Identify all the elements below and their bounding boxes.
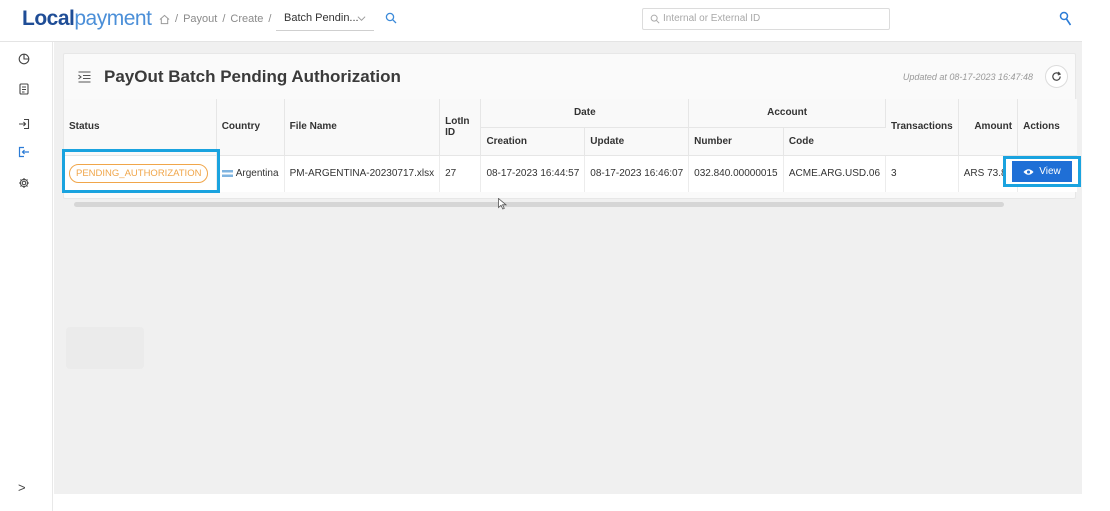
mouse-cursor-icon <box>498 198 507 210</box>
updated-timestamp: Updated at 08-17-2023 16:47:48 <box>902 72 1033 82</box>
brand-logo[interactable]: Localpayment <box>22 7 152 31</box>
chevron-down-icon <box>357 16 366 22</box>
search-input[interactable]: Internal or External ID <box>642 8 890 30</box>
background-shape <box>66 327 144 369</box>
file-name-cell: PM-ARGENTINA-20230717.xlsx <box>284 155 441 192</box>
page-title: PayOut Batch Pending Authorization <box>104 67 401 86</box>
user-icon[interactable] <box>1058 11 1072 27</box>
account-number-cell: 032.840.00000015 <box>688 155 784 192</box>
header-transactions[interactable]: Transactions <box>885 99 959 156</box>
breadcrumb: / Payout / Create / <box>159 13 271 25</box>
breadcrumb-create[interactable]: Create <box>230 13 263 25</box>
account-code-cell: ACME.ARG.USD.06 <box>783 155 887 192</box>
top-bar: Localpayment / Payout / Create / Batch P… <box>0 0 1082 42</box>
home-icon[interactable] <box>159 14 170 25</box>
header-country[interactable]: Country <box>216 99 285 156</box>
menu-collapse-icon[interactable] <box>78 71 91 83</box>
dashboard-icon[interactable] <box>18 53 30 65</box>
search-icon <box>650 14 660 24</box>
header-creation[interactable]: Creation <box>480 127 586 156</box>
report-icon[interactable] <box>18 83 30 95</box>
header-file-name[interactable]: File Name <box>284 99 441 156</box>
header-number[interactable]: Number <box>688 127 784 156</box>
argentina-flag-icon <box>221 170 233 178</box>
expand-sidebar-icon[interactable]: > <box>18 480 26 495</box>
search-icon[interactable] <box>385 12 397 24</box>
payout-icon[interactable] <box>18 146 30 158</box>
header-update[interactable]: Update <box>584 127 690 156</box>
eye-icon <box>1023 168 1034 175</box>
transactions-cell: 3 <box>885 155 959 192</box>
view-button[interactable]: View <box>1012 161 1072 182</box>
header-actions: Actions <box>1017 99 1077 156</box>
breadcrumb-select[interactable]: Batch Pendin... <box>276 9 374 31</box>
horizontal-scrollbar[interactable] <box>74 202 1004 207</box>
breadcrumb-payout[interactable]: Payout <box>183 13 217 25</box>
lotin-id-cell: 27 <box>439 155 482 192</box>
header-amount[interactable]: Amount <box>958 99 1019 156</box>
sidebar: > <box>0 42 53 511</box>
creation-cell: 08-17-2023 16:44:57 <box>480 155 586 192</box>
header-account: Account <box>688 99 887 128</box>
header-status[interactable]: Status <box>64 99 217 156</box>
header-date: Date <box>480 99 690 128</box>
update-cell: 08-17-2023 16:46:07 <box>584 155 690 192</box>
status-highlight-box <box>62 149 220 193</box>
header-code[interactable]: Code <box>783 127 886 156</box>
view-button-highlight: View <box>1003 156 1081 187</box>
refresh-button[interactable] <box>1045 65 1068 88</box>
table-header-row: Status Country File Name LotIn ID Date A… <box>64 99 1077 156</box>
login-icon[interactable] <box>18 118 30 130</box>
country-cell: Argentina <box>216 155 285 192</box>
main-content: PayOut Batch Pending Authorization Updat… <box>54 42 1082 494</box>
refresh-icon <box>1052 71 1062 81</box>
gear-icon[interactable] <box>18 177 30 189</box>
header-lotin-id[interactable]: LotIn ID <box>439 99 482 156</box>
